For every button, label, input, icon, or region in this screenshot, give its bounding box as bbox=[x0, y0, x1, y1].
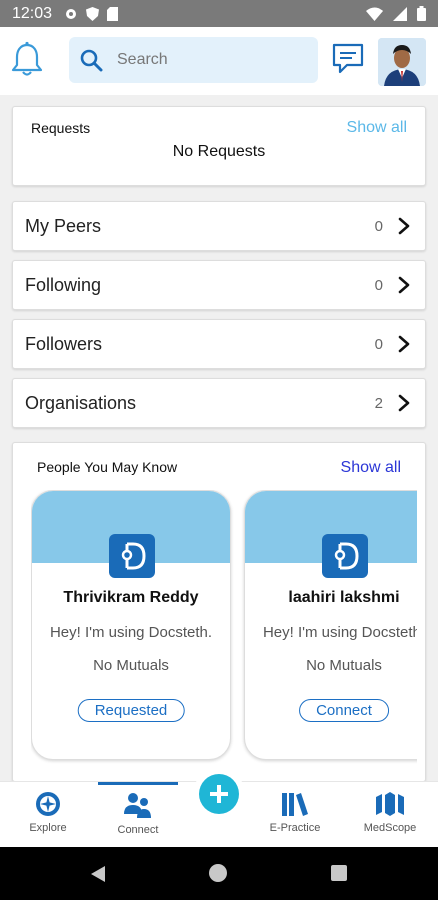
chevron-right-icon bbox=[398, 276, 410, 294]
nav-label: Connect bbox=[117, 824, 159, 836]
pymk-title: People You May Know bbox=[37, 459, 178, 475]
person-status: Hey! I'm using Docsteth. bbox=[49, 624, 213, 641]
medscope-icon bbox=[376, 792, 404, 816]
nav-explore[interactable]: Explore bbox=[8, 782, 88, 848]
nav-connect[interactable]: Connect bbox=[98, 782, 178, 848]
requests-title: Requests bbox=[31, 120, 91, 136]
requested-button[interactable]: Requested bbox=[77, 699, 185, 722]
docsteth-logo-icon bbox=[322, 534, 368, 578]
row-label: My Peers bbox=[25, 215, 102, 236]
search-bar[interactable] bbox=[69, 37, 318, 83]
docsteth-logo-icon bbox=[109, 534, 155, 578]
shield-icon bbox=[86, 6, 100, 21]
battery-icon bbox=[417, 6, 426, 21]
row-count: 0 bbox=[374, 335, 383, 353]
row-following[interactable]: Following 0 bbox=[12, 260, 426, 310]
suggestions-carousel[interactable]: Thrivikram Reddy Hey! I'm using Docsteth… bbox=[31, 490, 417, 765]
chevron-right-icon bbox=[398, 217, 410, 235]
sd-card-icon bbox=[107, 6, 119, 21]
plus-icon bbox=[210, 785, 228, 803]
nav-e-practice[interactable]: E-Practice bbox=[255, 782, 335, 848]
status-bar: 12:03 bbox=[0, 0, 438, 27]
connect-button[interactable]: Connect bbox=[299, 699, 389, 722]
row-my-peers[interactable]: My Peers 0 bbox=[12, 201, 426, 251]
profile-avatar[interactable] bbox=[378, 38, 426, 86]
person-mutuals: No Mutuals bbox=[306, 657, 382, 674]
pymk-show-all-link[interactable]: Show all bbox=[341, 459, 401, 477]
person-mutuals: No Mutuals bbox=[93, 657, 169, 674]
user-photo-icon bbox=[378, 38, 426, 86]
gear-icon bbox=[66, 8, 77, 19]
recent-apps-icon[interactable] bbox=[331, 865, 347, 881]
add-post-button[interactable] bbox=[199, 774, 239, 814]
wifi-icon bbox=[366, 7, 383, 21]
search-icon bbox=[80, 49, 103, 72]
person-card[interactable]: laahiri lakshmi Hey! I'm using Docsteth.… bbox=[244, 490, 417, 760]
chat-icon[interactable] bbox=[331, 42, 365, 76]
back-icon[interactable] bbox=[90, 866, 106, 882]
nav-label: E-Practice bbox=[269, 822, 321, 834]
chevron-right-icon bbox=[398, 394, 410, 412]
nav-label: Explore bbox=[29, 822, 67, 834]
search-input[interactable] bbox=[117, 51, 287, 69]
nav-label: MedScope bbox=[363, 822, 417, 834]
system-navigation-bar bbox=[0, 847, 438, 900]
person-card[interactable]: Thrivikram Reddy Hey! I'm using Docsteth… bbox=[31, 490, 231, 760]
bottom-navigation: Explore Connect E-Practice MedScope bbox=[0, 774, 438, 848]
compass-icon bbox=[36, 792, 60, 816]
row-label: Organisations bbox=[25, 392, 137, 413]
row-count: 0 bbox=[374, 217, 383, 235]
bell-icon[interactable] bbox=[10, 41, 44, 77]
nav-medscope[interactable]: MedScope bbox=[350, 782, 430, 848]
row-label: Following bbox=[25, 274, 102, 295]
row-followers[interactable]: Followers 0 bbox=[12, 319, 426, 369]
home-icon[interactable] bbox=[209, 864, 227, 882]
chevron-right-icon bbox=[398, 335, 410, 353]
app-header bbox=[0, 27, 438, 95]
person-name: laahiri lakshmi bbox=[288, 589, 400, 606]
status-time: 12:03 bbox=[12, 4, 53, 22]
requests-card: Requests Show all No Requests bbox=[12, 106, 426, 186]
row-count: 0 bbox=[374, 276, 383, 294]
signal-icon bbox=[393, 6, 407, 21]
person-status: Hey! I'm using Docsteth. bbox=[262, 624, 417, 641]
people-icon bbox=[124, 793, 151, 818]
books-icon bbox=[282, 793, 308, 816]
row-count: 2 bbox=[374, 394, 383, 412]
row-organisations[interactable]: Organisations 2 bbox=[12, 378, 426, 428]
row-label: Followers bbox=[25, 333, 103, 354]
requests-empty-text: No Requests bbox=[172, 143, 266, 160]
person-name: Thrivikram Reddy bbox=[63, 589, 199, 606]
people-you-may-know-card: People You May Know Show all Thrivikram … bbox=[12, 442, 426, 782]
requests-show-all-link[interactable]: Show all bbox=[347, 119, 407, 137]
